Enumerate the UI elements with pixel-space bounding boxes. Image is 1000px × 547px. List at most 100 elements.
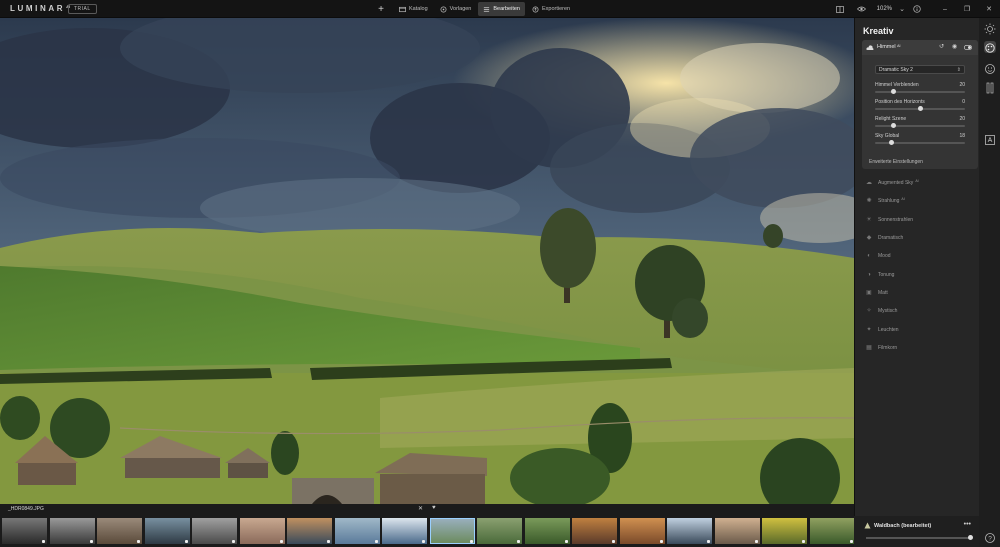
slider-knob[interactable] — [890, 123, 896, 128]
filmstrip-thumbnail[interactable] — [572, 518, 617, 544]
filmstrip-thumbnail[interactable] — [382, 518, 427, 544]
professional-icon[interactable] — [984, 82, 996, 94]
tool-item-filmkorn[interactable]: ▦ Filmkorn — [862, 339, 978, 357]
slider-label: Position des Horizonts — [875, 99, 925, 105]
filmstrip-thumbnail[interactable] — [714, 518, 760, 544]
tool-item-tonung[interactable]: ◑ Tonung — [862, 265, 978, 283]
sky-preset-select[interactable]: Dramatic Sky 2 ⇕ — [875, 65, 965, 74]
toggle-icon[interactable] — [963, 43, 972, 52]
filmstrip-thumbnail[interactable] — [97, 518, 142, 544]
filmstrip-thumbnail[interactable] — [667, 518, 712, 544]
filmstrip-thumbnail[interactable] — [287, 518, 332, 544]
photo-canvas[interactable] — [0, 18, 854, 504]
svg-text:?: ? — [988, 535, 992, 542]
preset-amount-track[interactable] — [866, 537, 970, 539]
current-filename: _HDR0849.JPG — [8, 506, 44, 512]
slider-track[interactable] — [875, 125, 965, 127]
edited-flag-icon — [89, 540, 93, 543]
slider-track[interactable] — [875, 91, 965, 93]
filmstrip-thumbnail[interactable] — [524, 518, 570, 544]
slider-value: 18 — [959, 133, 965, 139]
maximize-button[interactable]: ❐ — [956, 5, 978, 13]
tab-katalog[interactable]: Katalog — [394, 2, 433, 16]
ai-badge: AI — [915, 179, 919, 183]
filmstrip-thumbnail[interactable] — [429, 518, 475, 544]
filmstrip-thumbnail[interactable] — [192, 518, 237, 544]
undo-icon[interactable]: ↺ — [937, 43, 946, 52]
slider-knob[interactable] — [888, 140, 894, 145]
slider-label: Himmel Verblenden — [875, 82, 919, 88]
tool-item-leuchten[interactable]: ✦ Leuchten — [862, 320, 978, 338]
more-options-icon[interactable]: ••• — [964, 521, 971, 528]
tab-label: Vorlagen — [449, 6, 472, 12]
preset-name: Waldbach (bearbeitet) — [874, 523, 932, 529]
tab-bearbeiten[interactable]: Bearbeiten — [478, 2, 525, 16]
tool-item-augmented-sky[interactable]: ☁ Augmented Sky AI — [862, 174, 978, 192]
heart-icon[interactable]: ♥ — [432, 505, 436, 511]
preset-amount-knob[interactable] — [967, 535, 973, 540]
sky-preset-value: Dramatic Sky 2 — [879, 67, 913, 73]
tab-vorlagen[interactable]: Vorlagen — [435, 2, 477, 16]
filmstrip-thumbnail[interactable] — [144, 518, 190, 544]
chevron-down-icon[interactable]: ⌄ — [898, 2, 906, 16]
essentials-icon[interactable] — [984, 23, 996, 35]
applied-preset-bar: Waldbach (bearbeitet) ••• — [854, 516, 979, 547]
tab-label: Bearbeiten — [493, 6, 520, 12]
tool-item-sonnenstrahlen[interactable]: ☀ Sonnenstrahlen — [862, 211, 978, 229]
plus-icon[interactable]: + — [374, 4, 388, 15]
close-button[interactable]: ✕ — [978, 5, 1000, 13]
tool-item-dramatisch[interactable]: ◆ Dramatisch — [862, 229, 978, 247]
filmstrip-thumbnail[interactable] — [239, 518, 285, 544]
updown-icon: ⇕ — [956, 67, 961, 73]
tool-item-label: Mystisch — [878, 308, 898, 315]
dramatic-icon: ◆ — [866, 235, 872, 242]
top-bar: LUMINARAI TRIAL + Katalog Vorlagen Bearb… — [0, 0, 1000, 18]
slider-sky-blend[interactable]: Himmel Verblenden 20 — [875, 82, 965, 98]
filmstrip-thumbnail[interactable] — [762, 518, 807, 544]
tool-item-mystisch[interactable]: ✧ Mystisch — [862, 302, 978, 320]
advanced-settings-link[interactable]: Erweiterte Einstellungen — [869, 159, 923, 165]
zoom-level[interactable]: 102% — [877, 6, 892, 12]
tab-exportieren[interactable]: Exportieren — [527, 2, 575, 16]
tool-item-label: Filmkorn — [878, 344, 898, 351]
edited-flag-icon — [659, 540, 663, 543]
tool-item-strahlung[interactable]: ✺ Strahlung AI — [862, 192, 978, 210]
portrait-icon[interactable] — [984, 63, 996, 75]
filmstrip-thumbnail[interactable] — [334, 518, 380, 544]
filmstrip-thumbnail[interactable] — [619, 518, 665, 544]
filmstrip-thumbnail[interactable] — [809, 518, 855, 544]
slider-knob[interactable] — [890, 89, 896, 94]
filmstrip-thumbnail[interactable] — [49, 518, 95, 544]
tool-item-matt[interactable]: ▣ Matt — [862, 284, 978, 302]
edited-flag-icon — [707, 540, 710, 543]
tab-label: Exportieren — [541, 6, 571, 12]
sky-tool-header[interactable]: Himmel AI ↺ ◉ — [862, 40, 978, 55]
visibility-icon[interactable]: ◉ — [950, 43, 959, 52]
filmstrip-thumbnail[interactable] — [2, 518, 47, 544]
cloud-icon — [866, 45, 874, 50]
toning-icon: ◑ — [867, 271, 871, 278]
info-icon[interactable] — [910, 2, 924, 16]
tool-item-label: Leuchten — [878, 326, 899, 333]
close-icon[interactable]: ✕ — [418, 505, 423, 512]
creative-tool-list: ☁ Augmented Sky AI ✺ Strahlung AI ☀ Sonnenstrah… — [862, 174, 978, 357]
tool-item-mood[interactable]: ◐ Mood — [862, 247, 978, 265]
tool-item-label: Dramatisch — [878, 235, 904, 242]
tab-label: Katalog — [409, 6, 428, 12]
slider-sky-global[interactable]: Sky Global 18 — [875, 133, 965, 149]
slider-knob[interactable] — [917, 106, 923, 111]
compare-icon[interactable] — [833, 2, 847, 16]
eye-icon[interactable] — [855, 2, 869, 16]
sky-tool-title: Himmel AI — [877, 44, 901, 50]
minimize-button[interactable]: – — [934, 6, 956, 13]
help-icon[interactable]: ? — [984, 532, 996, 544]
filmstrip-thumbnail[interactable] — [477, 518, 522, 544]
top-right-controls: 102% ⌄ – ❐ ✕ — [833, 2, 1000, 16]
sky-icon: ☁ — [866, 180, 872, 187]
tool-item-label: Mood — [878, 253, 891, 260]
slider-relight-scene[interactable]: Relight Szene 20 — [875, 116, 965, 132]
creative-icon[interactable] — [984, 41, 996, 53]
edited-flag-icon — [564, 540, 568, 543]
canvas-icon[interactable] — [984, 134, 996, 146]
slider-horizon-position[interactable]: Position des Horizonts 0 — [875, 99, 965, 115]
